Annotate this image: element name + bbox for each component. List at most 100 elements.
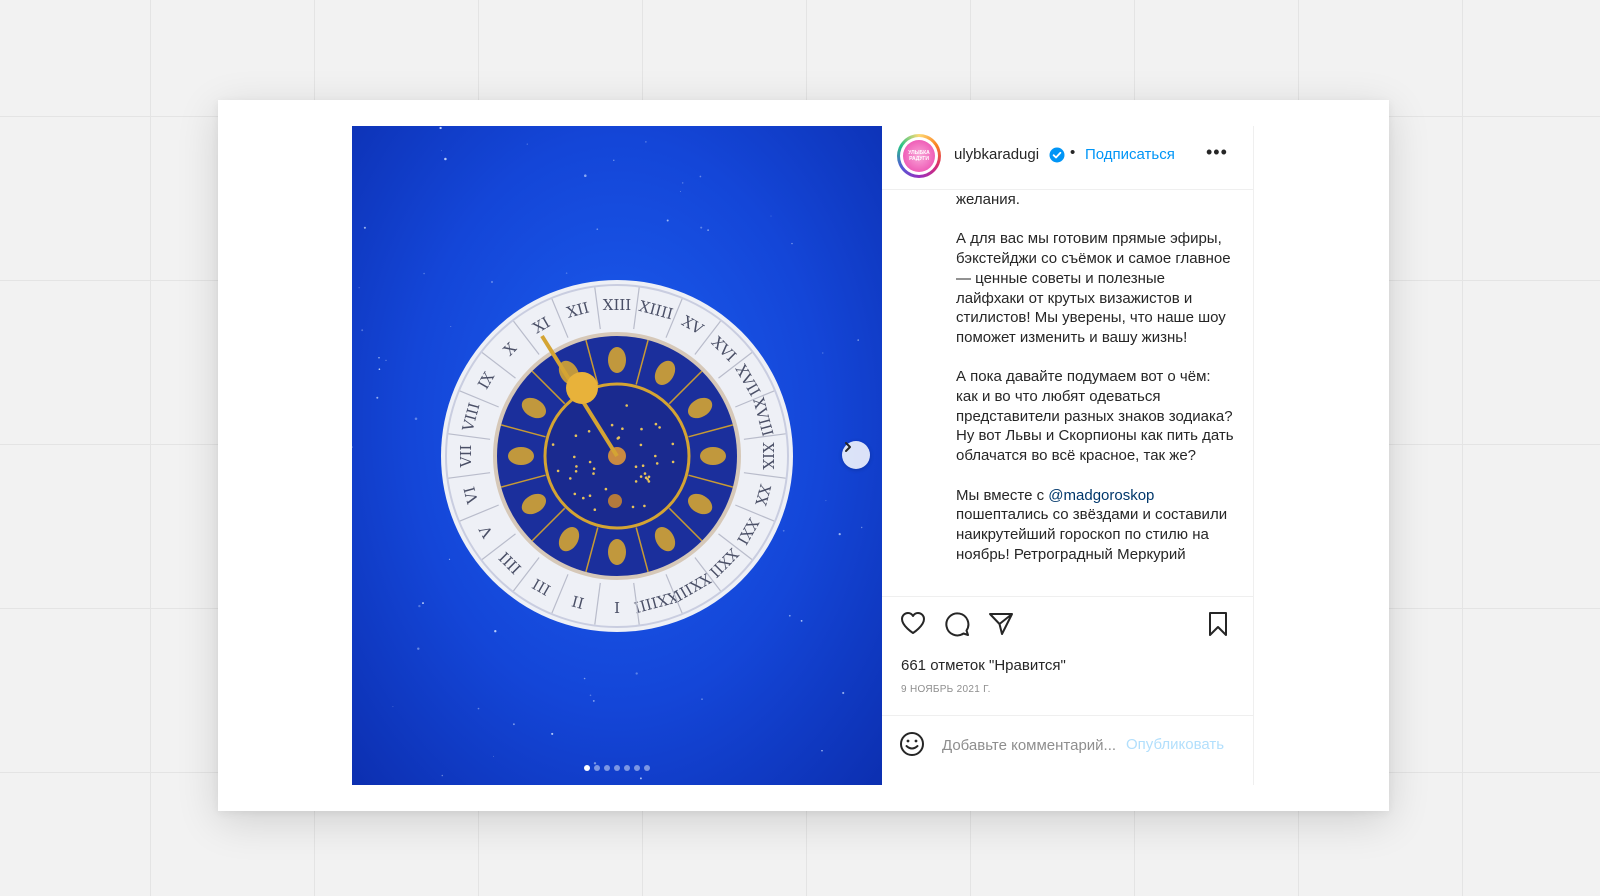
star xyxy=(494,630,497,633)
avatar-logo: УЛЫБКА РАДУГИ xyxy=(903,140,935,172)
star xyxy=(821,749,823,752)
star xyxy=(681,182,684,184)
dial-star xyxy=(634,480,638,483)
dial-star xyxy=(646,478,649,481)
star xyxy=(596,228,599,231)
caption-paragraph: желания. xyxy=(956,191,1020,208)
star xyxy=(635,672,638,675)
carousel-dot xyxy=(624,765,630,771)
star xyxy=(700,226,703,229)
zodiac-figure xyxy=(508,447,534,465)
dial-star xyxy=(671,442,675,446)
star xyxy=(450,325,452,327)
caption-paragraph: А для вас мы готовим прямые эфиры, бэкст… xyxy=(956,230,1231,346)
comment-icon[interactable] xyxy=(944,611,970,637)
dial-star xyxy=(588,460,592,464)
dial-star xyxy=(593,508,597,512)
clock-numeral: XIX xyxy=(759,442,777,470)
dial-star xyxy=(640,427,643,431)
star xyxy=(361,329,364,332)
header-separator: • xyxy=(1070,144,1076,161)
post-sidebar: УЛЫБКА РАДУГИ ulybkaradugi • Подписаться… xyxy=(882,126,1254,785)
dial-star xyxy=(671,460,675,464)
post-photo[interactable]: I II III IIII V VI VII VIII IX X XI XII XIII XIIII XV X… xyxy=(352,126,882,785)
post-card: I II III IIII V VI VII VIII IX X XI XII XIII XIIII XV X… xyxy=(218,100,1389,811)
dial-star xyxy=(573,492,577,496)
caption-text: Мы вместе с xyxy=(956,486,1049,504)
carousel-dot xyxy=(614,765,620,771)
dial-star xyxy=(655,462,659,465)
mention-link[interactable]: @madgoroskop xyxy=(1048,487,1154,504)
verified-badge-icon xyxy=(1049,147,1065,163)
star xyxy=(551,732,554,735)
post-caption: желания. А для вас мы готовим прямые эфи… xyxy=(956,190,1236,596)
star xyxy=(800,619,803,622)
dial-star xyxy=(639,443,643,447)
dial-star xyxy=(647,475,651,479)
star xyxy=(512,723,515,726)
username[interactable]: ulybkaradugi xyxy=(954,146,1039,163)
dial-star xyxy=(575,465,578,468)
dial-star xyxy=(587,430,591,433)
zodiac-figure xyxy=(608,347,626,373)
star xyxy=(857,339,859,341)
post-date: 9 НОЯБРЬ 2021 Г. xyxy=(901,684,991,695)
dial-star xyxy=(654,454,657,458)
star xyxy=(589,694,592,697)
bookmark-icon[interactable] xyxy=(1207,611,1229,637)
dial-star xyxy=(588,494,592,498)
star xyxy=(701,698,703,700)
star xyxy=(444,157,447,161)
star xyxy=(645,141,647,143)
star xyxy=(782,529,785,532)
star xyxy=(565,272,568,274)
chevron-right-icon xyxy=(845,442,851,452)
star xyxy=(439,126,442,130)
astronomical-clock-image: IIIIIIIIIIVVIVIIVIIIIXXXIXII XIII XIIIIXVX… xyxy=(352,126,863,780)
star xyxy=(770,215,772,217)
dial-star xyxy=(569,477,572,480)
dial-star xyxy=(625,404,628,407)
heart-icon[interactable] xyxy=(900,611,926,635)
follow-button[interactable]: Подписаться xyxy=(1085,146,1175,163)
likes-count[interactable]: 661 отметок "Нравится" xyxy=(901,657,1066,674)
dial-star xyxy=(592,467,596,471)
star xyxy=(385,359,387,362)
carousel-dot xyxy=(644,765,650,771)
caption-paragraph: Мы вместе с @madgoroskop пошептались со … xyxy=(956,486,1236,565)
star xyxy=(376,396,379,399)
star xyxy=(392,706,394,708)
next-slide-button[interactable] xyxy=(842,441,870,469)
more-options-icon[interactable]: ••• xyxy=(1206,142,1228,163)
publish-button[interactable]: Опубликовать xyxy=(1126,736,1224,753)
emoji-icon[interactable] xyxy=(899,731,925,757)
post-header: УЛЫБКА РАДУГИ ulybkaradugi • Подписаться… xyxy=(882,126,1253,190)
sun-emblem xyxy=(566,372,598,404)
avatar[interactable]: УЛЫБКА РАДУГИ xyxy=(897,134,941,178)
star xyxy=(477,707,480,710)
comment-input[interactable] xyxy=(942,732,1126,758)
dial-star xyxy=(639,475,643,478)
star xyxy=(492,755,494,757)
action-bar xyxy=(882,596,1253,657)
star xyxy=(584,174,587,177)
carousel-dot xyxy=(634,765,640,771)
star xyxy=(583,677,586,680)
star xyxy=(448,558,451,560)
dial-star xyxy=(573,455,576,459)
dial-star xyxy=(582,496,585,500)
star xyxy=(679,191,681,192)
star xyxy=(378,357,380,359)
star xyxy=(613,159,615,161)
share-icon[interactable] xyxy=(988,611,1014,637)
star xyxy=(788,614,791,617)
dial-star xyxy=(610,423,614,427)
zodiac-figure xyxy=(700,447,726,465)
star xyxy=(842,691,845,695)
dial-star xyxy=(551,443,555,446)
star xyxy=(699,175,702,178)
clock-numeral: I xyxy=(614,598,620,616)
caption-text: пошептались со звёздами и составили наик… xyxy=(956,506,1228,563)
star xyxy=(440,150,442,152)
star xyxy=(639,777,642,780)
